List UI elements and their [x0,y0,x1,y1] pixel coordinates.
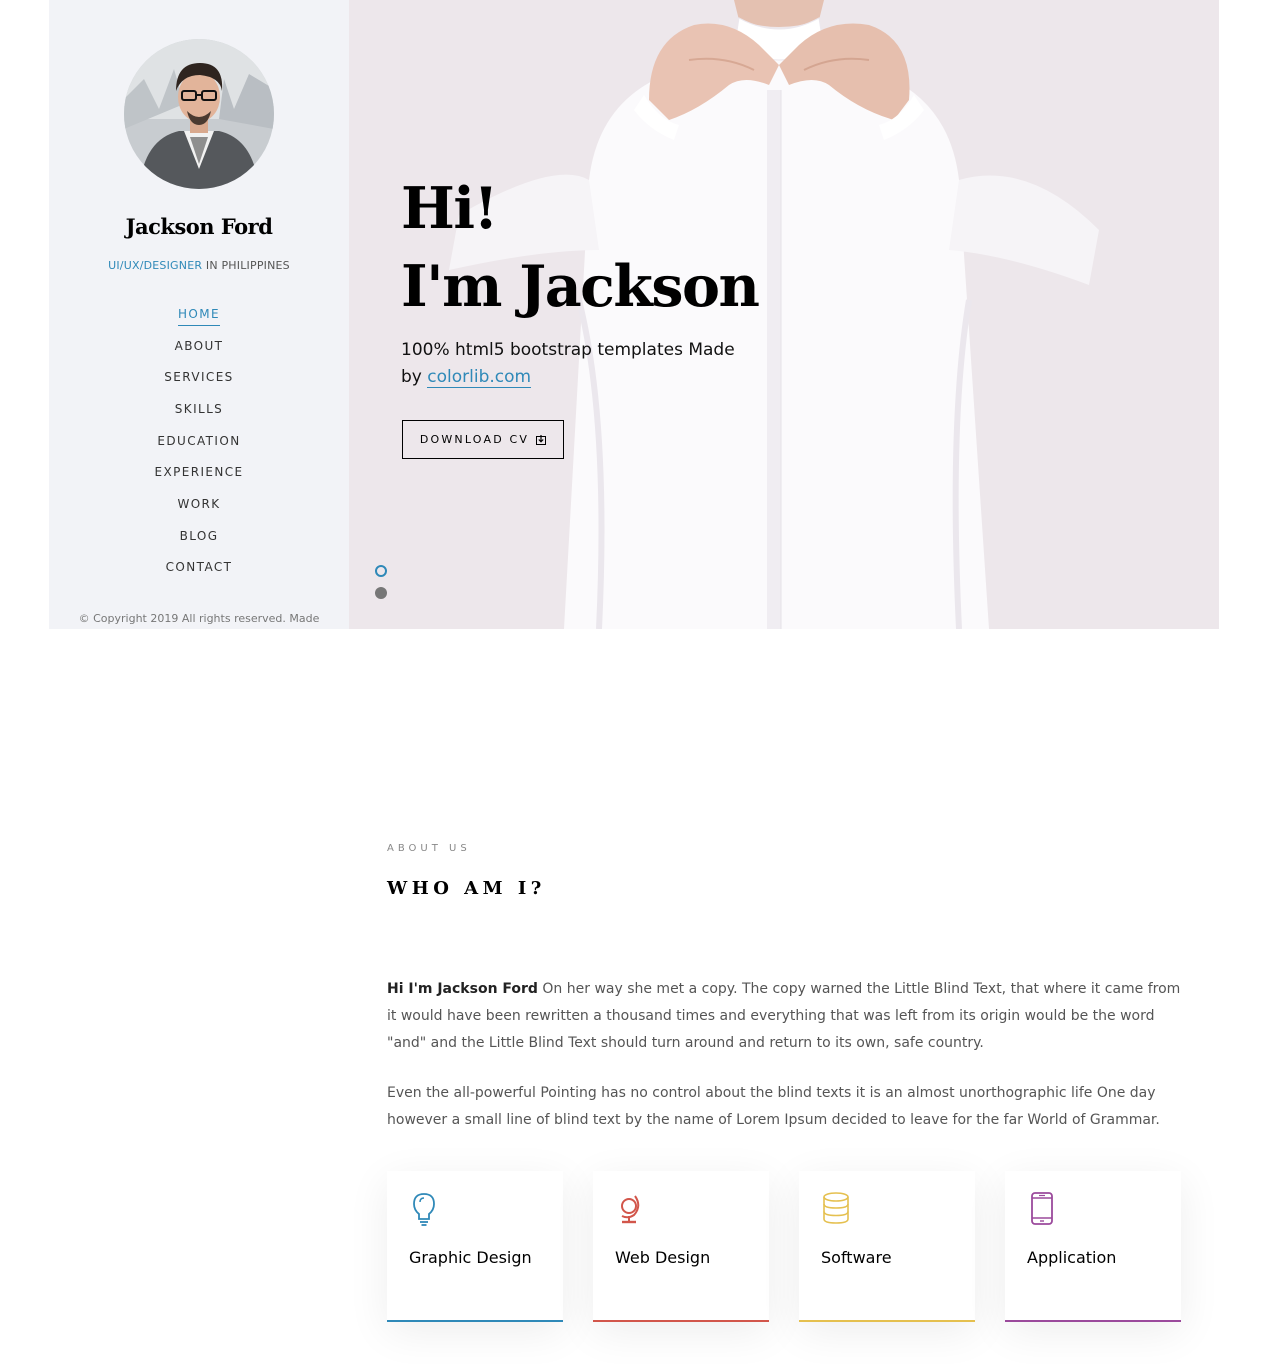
role-accent: UI/UX/DESIGNER [108,259,203,272]
nav-item-experience: EXPERIENCE [49,458,349,490]
about-kicker: ABOUT US [387,843,471,854]
card-graphic-design[interactable]: Graphic Design [387,1171,563,1322]
card-web-design[interactable]: Web Design [593,1171,769,1322]
nav-link-contact[interactable]: CONTACT [166,559,233,579]
card-application[interactable]: Application [1005,1171,1181,1322]
card-label: Software [821,1248,892,1267]
slide-dot-1[interactable] [375,565,387,577]
nav-link-skills[interactable]: SKILLS [175,401,223,421]
nav-link-education[interactable]: EDUCATION [157,433,240,453]
nav-item-home: HOME [49,300,349,332]
about-heading: WHO AM I? [387,878,546,899]
mobile-icon [1027,1191,1057,1227]
hero-slider: Hi! I'm Jackson 100% html5 bootstrap tem… [349,0,1219,629]
nav-item-skills: SKILLS [49,395,349,427]
card-label: Web Design [615,1248,711,1267]
nav-link-home[interactable]: HOME [177,306,220,326]
nav-link-blog[interactable]: BLOG [180,528,219,548]
profile-name: Jackson Ford [125,214,273,239]
slide-dot-2[interactable] [375,587,387,599]
card-software[interactable]: Software [799,1171,975,1322]
nav-item-about: ABOUT [49,332,349,364]
download-cv-label: DOWNLOAD CV [419,433,530,446]
nav-item-contact: CONTACT [49,554,349,586]
nav-item-blog: BLOG [49,522,349,554]
hero-title: Hi! I'm Jackson [401,170,760,326]
copyright-text: © Copyright 2019 All rights reserved. Ma… [78,612,320,625]
nav-item-services: SERVICES [49,363,349,395]
globe-icon [615,1191,645,1227]
nav-link-about[interactable]: ABOUT [175,338,224,358]
service-cards: Graphic Design Web Design Software Appli… [387,1171,1181,1322]
main-nav: HOME ABOUT SERVICES SKILLS EDUCATION EXP… [49,300,349,585]
avatar [124,39,274,189]
about-paragraph-2: Even the all-powerful Pointing has no co… [387,1085,1160,1128]
hero-title-line1: Hi! [401,175,499,242]
colorlib-link[interactable]: colorlib.com [427,367,532,388]
about-paragraph-1: Hi I'm Jackson Ford On her way she met a… [387,976,1182,1057]
profile-role: UI/UX/DESIGNER IN PHILIPPINES [49,259,349,272]
card-label: Graphic Design [409,1248,532,1267]
nav-item-work: WORK [49,490,349,522]
about-intro-name: Hi I'm Jackson Ford [387,981,538,997]
role-location: IN PHILIPPINES [202,259,290,272]
download-cv-button[interactable]: DOWNLOAD CV [402,420,564,459]
sidebar: Jackson Ford UI/UX/DESIGNER IN PHILIPPIN… [49,0,349,629]
hero-subtitle: 100% html5 bootstrap templates Made by c… [401,337,741,391]
database-icon [821,1191,851,1227]
download-icon [536,434,547,445]
card-label: Application [1027,1248,1117,1267]
lightbulb-icon [409,1191,439,1227]
nav-item-education: EDUCATION [49,427,349,459]
nav-link-experience[interactable]: EXPERIENCE [154,464,243,484]
nav-link-services[interactable]: SERVICES [164,369,233,389]
nav-link-work[interactable]: WORK [177,496,220,516]
hero-title-line2: I'm Jackson [401,253,760,320]
